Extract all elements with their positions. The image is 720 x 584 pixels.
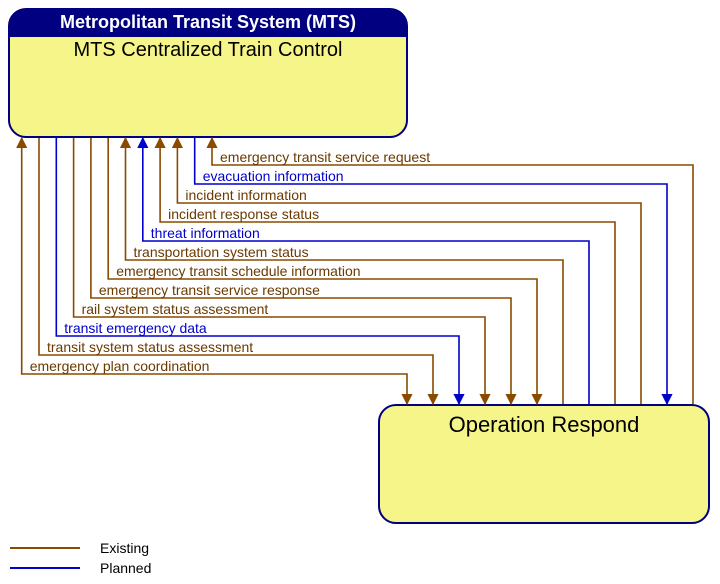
operation-respond-title: Operation Respond [380,406,708,438]
legend: Existing Planned [10,538,151,578]
flow-label: emergency transit service request [220,149,430,165]
flow-label: transit emergency data [64,320,206,336]
flow-label: emergency transit service response [99,282,320,298]
mts-box-title: MTS Centralized Train Control [10,37,406,62]
legend-planned-line [10,567,80,569]
legend-planned-label: Planned [100,560,151,576]
mts-box-header: Metropolitan Transit System (MTS) [10,10,406,37]
legend-planned: Planned [10,558,151,578]
flow-label: evacuation information [203,168,344,184]
legend-existing-line [10,547,80,549]
mts-box: Metropolitan Transit System (MTS) MTS Ce… [8,8,408,138]
flow-label: threat information [151,225,260,241]
flow-label: emergency transit schedule information [116,263,360,279]
flow-label: rail system status assessment [82,301,269,317]
flow-label: emergency plan coordination [30,358,210,374]
legend-existing: Existing [10,538,151,558]
flow-label: incident response status [168,206,319,222]
legend-existing-label: Existing [100,540,149,556]
operation-respond-box: Operation Respond [378,404,710,524]
flow-label: transportation system status [134,244,309,260]
flow-label: incident information [185,187,306,203]
flow-label: transit system status assessment [47,339,253,355]
